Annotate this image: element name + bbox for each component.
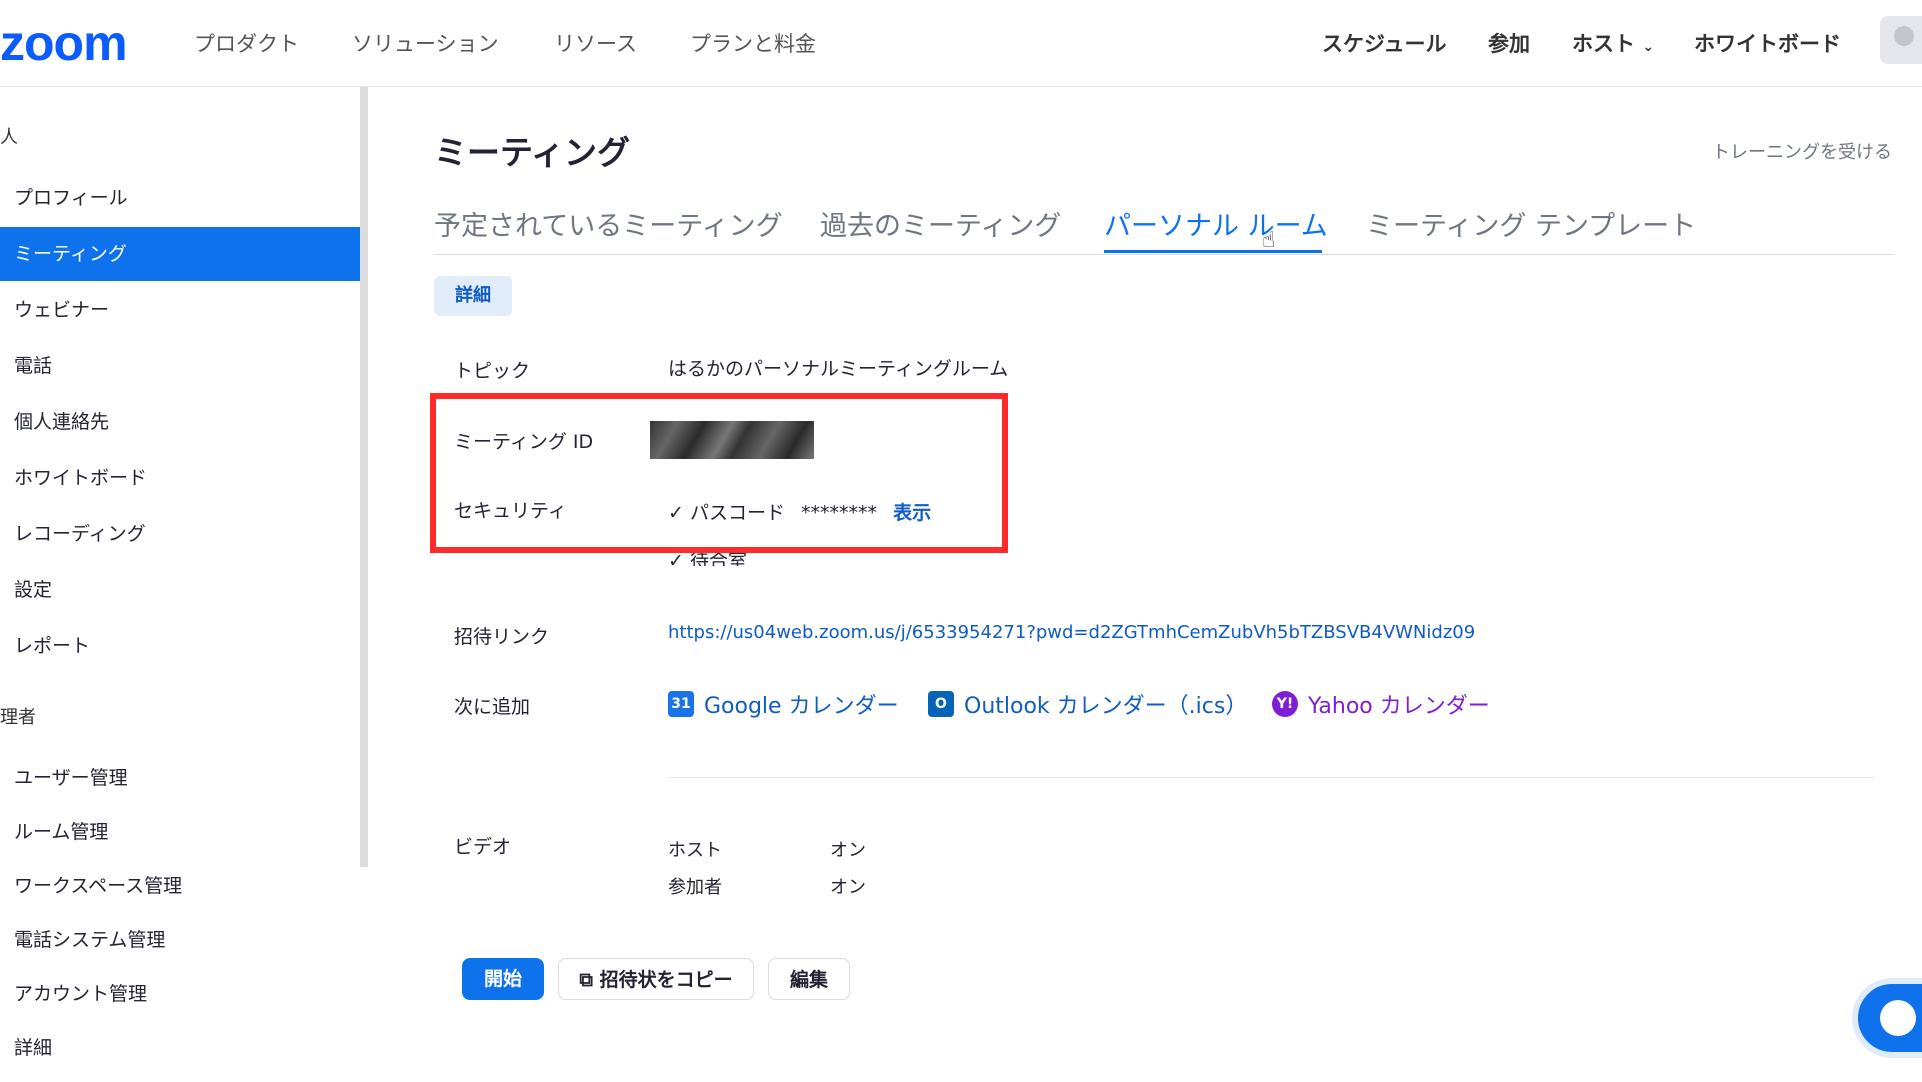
topic-label: トピック [454, 360, 531, 382]
tab-templates[interactable]: ミーティング テンプレート [1366, 204, 1696, 243]
nav-host-label: ホスト [1572, 32, 1635, 56]
tab-personal-room[interactable]: パーソナル ルーム [1104, 204, 1328, 243]
nav-schedule[interactable]: スケジュール [1322, 28, 1447, 58]
sidebar-scrollbar[interactable] [360, 87, 368, 867]
yahoo-calendar-icon: Y! [1272, 691, 1298, 717]
sidebar-item-webinars[interactable]: ウェビナー [0, 283, 360, 337]
add-to-label: 次に追加 [454, 696, 531, 718]
participant-video-label: 参加者 [668, 877, 722, 898]
sidebar-item-settings[interactable]: 設定 [0, 563, 360, 617]
copy-invitation-label: 招待状をコピー [599, 969, 733, 991]
active-tab-underline [1104, 250, 1322, 253]
sidebar-item-meetings[interactable]: ミーティング [0, 227, 360, 281]
video-label: ビデオ [454, 836, 512, 858]
chat-bot-icon [1880, 1000, 1916, 1036]
copy-invitation-button[interactable]: ⧉ 招待状をコピー [558, 958, 754, 1000]
outlook-calendar-icon: O [928, 691, 954, 717]
google-calendar-icon: 31 [668, 691, 694, 717]
avatar[interactable] [1880, 16, 1922, 64]
sidebar-item-profile[interactable]: プロフィール [0, 171, 360, 225]
participant-video-value: オン [830, 877, 866, 898]
hand-cursor-icon: ☝ [1262, 228, 1276, 253]
sidebar-item-reports[interactable]: レポート [0, 619, 360, 673]
sidebar-item-workspace-management[interactable]: ワークスペース管理 [0, 859, 360, 913]
host-video-value: オン [830, 840, 866, 861]
zoom-logo[interactable]: zoom [0, 14, 128, 72]
outlook-calendar-link[interactable]: O Outlook カレンダー（.ics） [928, 688, 1247, 720]
google-calendar-link[interactable]: 31 Google カレンダー [668, 688, 899, 720]
sidebar-item-account-management[interactable]: アカウント管理 [0, 967, 360, 1021]
training-link[interactable]: トレーニングを受ける [1712, 138, 1892, 164]
chat-support-button[interactable] [1852, 978, 1922, 1058]
sidebar-section-admin: 理者 [0, 707, 36, 728]
sidebar-item-phone-system[interactable]: 電話システム管理 [0, 913, 360, 967]
sidebar-item-whiteboards[interactable]: ホワイトボード [0, 451, 360, 505]
chevron-down-icon: ⌄ [1642, 39, 1655, 55]
sidebar-item-user-management[interactable]: ユーザー管理 [0, 751, 360, 805]
nav-resources[interactable]: リソース [554, 28, 637, 58]
nav-whiteboard[interactable]: ホワイトボード [1694, 28, 1841, 58]
sidebar-item-phone[interactable]: 電話 [0, 339, 360, 393]
nav-solutions[interactable]: ソリューション [352, 28, 499, 58]
topic-value: はるかのパーソナルミーティングルーム [668, 358, 1009, 380]
sidebar-item-contacts[interactable]: 個人連絡先 [0, 395, 360, 449]
page-title: ミーティング [434, 133, 631, 172]
sidebar: 人 プロフィール ミーティング ウェビナー 電話 個人連絡先 ホワイトボード レ… [0, 87, 360, 1082]
detail-pill[interactable]: 詳細 [434, 276, 512, 316]
highlight-box [430, 393, 1008, 553]
google-calendar-label: Google カレンダー [704, 694, 899, 719]
copy-icon: ⧉ [579, 969, 593, 991]
top-navigation-bar: zoom プロダクト ソリューション リソース プランと料金 スケジュール 参加… [0, 0, 1922, 87]
sidebar-item-advanced[interactable]: 詳細 [0, 1021, 360, 1075]
nav-products[interactable]: プロダクト [194, 28, 299, 58]
invite-link-label: 招待リンク [454, 626, 550, 648]
nav-join[interactable]: 参加 [1488, 28, 1530, 58]
sidebar-item-recordings[interactable]: レコーディング [0, 507, 360, 561]
host-video-label: ホスト [668, 840, 722, 861]
nav-host[interactable]: ホスト ⌄ [1572, 28, 1654, 58]
start-button[interactable]: 開始 [462, 958, 544, 1000]
nav-pricing[interactable]: プランと料金 [690, 28, 816, 58]
yahoo-calendar-label: Yahoo カレンダー [1308, 694, 1490, 719]
invite-url-link[interactable]: https://us04web.zoom.us/j/6533954271?pwd… [668, 622, 1475, 643]
tab-previous[interactable]: 過去のミーティング [820, 204, 1061, 243]
sidebar-section-personal: 人 [0, 127, 18, 148]
section-divider [668, 777, 1874, 778]
edit-button[interactable]: 編集 [768, 958, 850, 1000]
yahoo-calendar-link[interactable]: Y! Yahoo カレンダー [1272, 688, 1490, 720]
outlook-calendar-label: Outlook カレンダー（.ics） [964, 694, 1248, 719]
tab-upcoming[interactable]: 予定されているミーティング [434, 204, 783, 243]
sidebar-item-room-management[interactable]: ルーム管理 [0, 805, 360, 859]
tabs-divider [434, 254, 1894, 255]
